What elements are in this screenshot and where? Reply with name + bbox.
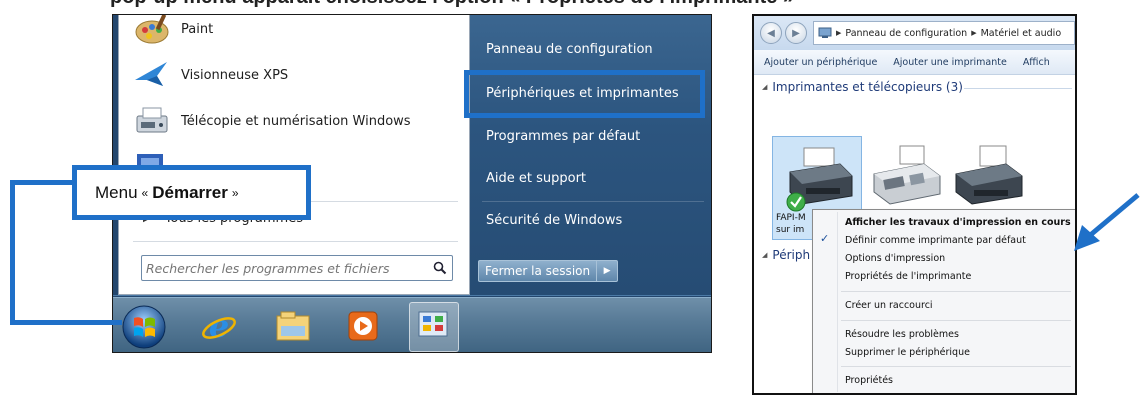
add-printer-button[interactable]: Ajouter une imprimante — [893, 57, 1007, 68]
menu-item-create-shortcut[interactable]: Créer un raccourci — [839, 296, 933, 314]
collapse-triangle-icon: ◢ — [762, 251, 768, 259]
paint-icon — [135, 15, 169, 44]
search-separator — [133, 241, 458, 242]
program-label: Télécopie et numérisation Windows — [181, 113, 411, 129]
start-menu-divider — [113, 295, 711, 296]
menu-separator — [841, 366, 1071, 367]
media-player-icon[interactable] — [343, 306, 383, 346]
callout-connector — [10, 180, 15, 325]
devices-group-label: Périph — [772, 248, 811, 262]
logoff-button[interactable]: Fermer la session — [478, 260, 597, 282]
program-label: Visionneuse XPS — [181, 67, 289, 83]
view-button[interactable]: Affich — [1023, 57, 1050, 68]
link-control-panel[interactable]: Panneau de configuration — [482, 32, 704, 66]
links-separator — [482, 201, 704, 202]
computer-icon — [818, 27, 832, 38]
menu-separator — [841, 320, 1071, 321]
menu-item-printer-properties[interactable]: Propriétés de l'imprimante — [839, 267, 971, 285]
devices-printers-highlight — [464, 70, 705, 118]
menu-separator — [841, 291, 1071, 292]
program-item-fax[interactable]: Télécopie et numérisation Windows — [133, 101, 463, 141]
taskbar: e — [113, 297, 711, 352]
printer-name-label: FAPI-M sur im — [776, 212, 812, 236]
callout-connector — [10, 180, 72, 185]
forward-button[interactable]: ▶ — [785, 22, 807, 44]
printer-name-line2: sur im — [776, 225, 805, 235]
command-bar: Ajouter un périphérique Ajouter une impr… — [754, 50, 1075, 75]
fax-scan-icon — [136, 107, 168, 133]
breadcrumb-item[interactable]: Matériel et audio — [981, 28, 1062, 39]
shutdown-control: Fermer la session ▶ — [478, 260, 619, 282]
program-item-paint[interactable]: Paint — [133, 15, 463, 49]
menu-item-properties[interactable]: Propriétés — [839, 371, 893, 389]
breadcrumb-arrow-icon: ▶ — [971, 29, 977, 37]
start-menu-programs-pane: Paint Visionneuse XPS Télécopie et numér… — [118, 15, 470, 295]
devices-printers-window: ◀ ▶ ▶ Panneau de configuration ▶ Matérie… — [752, 14, 1077, 395]
menu-item-set-default[interactable]: Définir comme imprimante par défaut — [839, 231, 1026, 249]
add-device-button[interactable]: Ajouter un périphérique — [764, 57, 877, 68]
start-menu-callout: Menu « Démarrer » — [72, 165, 311, 220]
menu-item-print-options[interactable]: Options d'impression — [839, 249, 945, 267]
file-explorer-icon[interactable] — [273, 306, 313, 346]
program-item-xps[interactable]: Visionneuse XPS — [133, 55, 463, 95]
start-search-box[interactable] — [141, 255, 453, 281]
start-menu-links-pane: Panneau de configuration Périphériques e… — [470, 15, 711, 295]
printer-context-menu: Afficher les travaux d'impression en cou… — [812, 209, 1075, 393]
link-default-programs[interactable]: Programmes par défaut — [482, 119, 704, 153]
printers-group-header[interactable]: ◢ Imprimantes et télécopieurs (3) — [762, 80, 963, 94]
collapse-triangle-icon: ◢ — [762, 83, 768, 91]
breadcrumb-arrow-icon: ▶ — [836, 29, 842, 37]
printers-group-label: Imprimantes et télécopieurs (3) — [772, 80, 963, 94]
start-orb-icon[interactable] — [121, 304, 167, 350]
link-windows-security[interactable]: Sécurité de Windows — [482, 203, 704, 237]
svg-text:e: e — [209, 307, 229, 345]
search-icon[interactable] — [428, 257, 452, 279]
printer-name-line1: FAPI-M — [776, 213, 806, 223]
back-button[interactable]: ◀ — [760, 22, 782, 44]
checkmark-icon: ✓ — [820, 232, 830, 245]
breadcrumb-item[interactable]: Panneau de configuration — [845, 28, 967, 39]
menu-item-troubleshoot[interactable]: Résoudre les problèmes — [839, 325, 959, 343]
shutdown-options-button[interactable]: ▶ — [596, 260, 619, 282]
control-panel-icon[interactable] — [413, 306, 453, 346]
printer-icon[interactable] — [952, 142, 1026, 214]
fax-icon[interactable] — [870, 142, 944, 214]
triangle-right-icon: ▶ — [603, 266, 611, 276]
search-input[interactable] — [142, 257, 428, 279]
internet-explorer-icon[interactable]: e — [199, 306, 239, 346]
address-bar[interactable]: ▶ Panneau de configuration ▶ Matériel et… — [813, 21, 1075, 45]
pointer-arrow-icon — [1074, 193, 1140, 251]
top-caption: pop-up menu apparaît choisissez l'option… — [110, 0, 930, 10]
callout-open-quote: « — [141, 185, 149, 200]
navigation-bar: ◀ ▶ ▶ Panneau de configuration ▶ Matérie… — [754, 16, 1075, 50]
xps-viewer-icon — [135, 62, 167, 86]
program-label: Paint — [181, 21, 214, 37]
group-divider — [964, 88, 1072, 89]
link-help-support[interactable]: Aide et support — [482, 161, 704, 195]
printer-icon[interactable] — [784, 142, 858, 214]
menu-item-show-print-jobs[interactable]: Afficher les travaux d'impression en cou… — [839, 213, 1071, 231]
callout-prefix: Menu — [95, 182, 138, 202]
context-menu-gutter — [837, 212, 838, 392]
callout-close-quote: » — [231, 185, 239, 200]
menu-item-remove-device[interactable]: Supprimer le périphérique — [839, 343, 970, 361]
callout-bold: Démarrer — [152, 182, 228, 202]
devices-group-header[interactable]: ◢ Périph — [762, 248, 810, 262]
callout-connector — [10, 320, 122, 325]
